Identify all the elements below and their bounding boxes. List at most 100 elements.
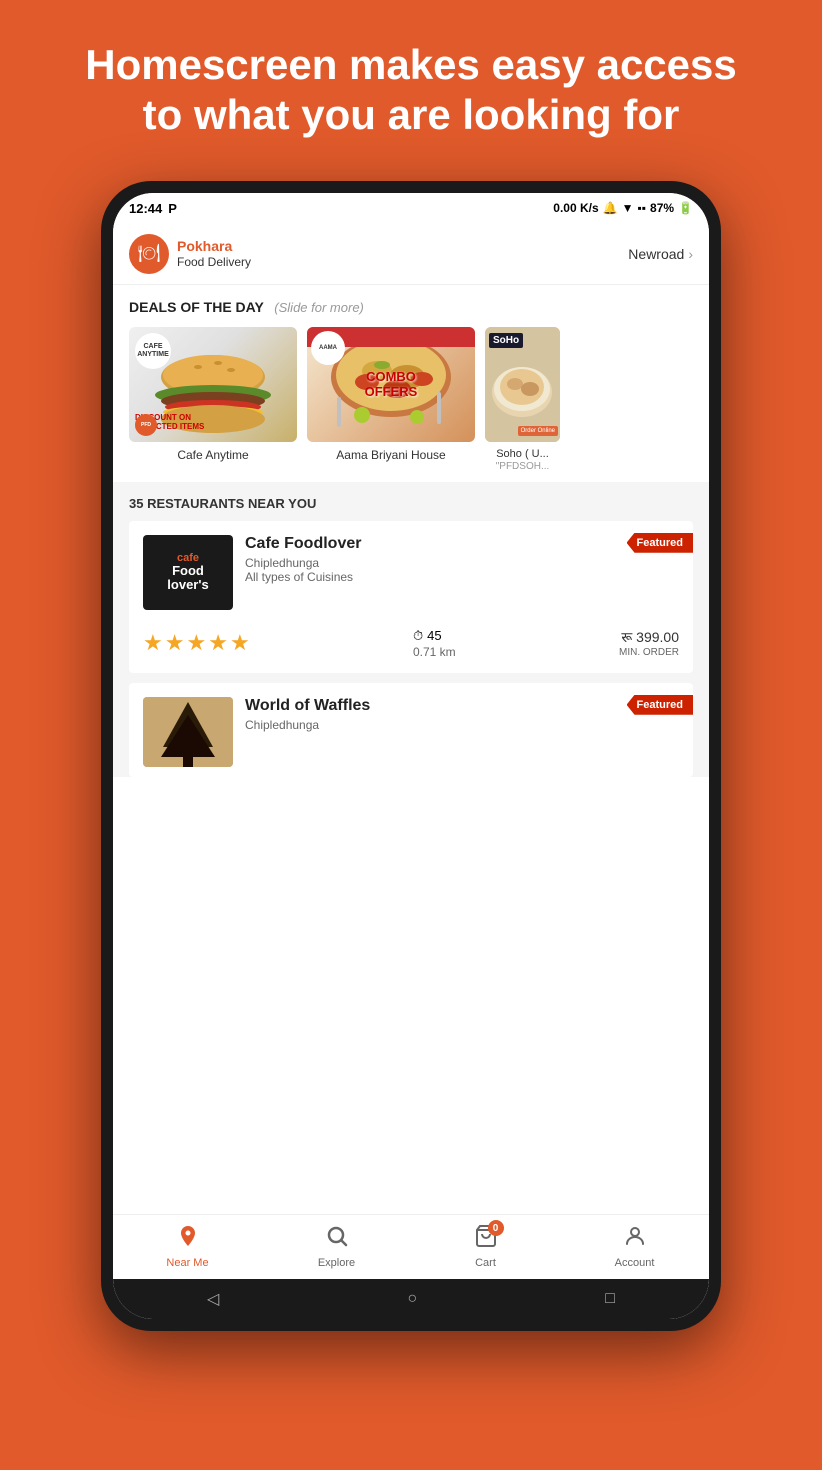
page-heading: Homescreen makes easy access to what you… [60,40,762,141]
location-pin-icon [176,1224,200,1248]
status-right: 0.00 K/s 🔔 ▼ ▪▪ 87% 🔋 [553,201,693,215]
nav-explore[interactable]: Explore [262,1215,411,1279]
waffles-name: World of Waffles [245,697,679,715]
waffles-svg [143,697,233,767]
restaurant-card-foodlover[interactable]: Featured cafe Foodlover's Cafe Foodlover [129,521,693,673]
card-top-2: World of Waffles Chipledhunga [129,683,693,777]
aama-badge: AAMA [311,331,345,365]
cart-label: Cart [475,1257,496,1269]
page-header: Homescreen makes easy access to what you… [0,0,822,171]
signal-icon: ▪▪ [638,201,647,215]
star-4: ★ [208,630,228,656]
person-icon [623,1224,647,1248]
waffles-logo [143,697,233,767]
min-order-1: रू 399.00 MIN. ORDER [619,628,679,658]
home-button[interactable]: ○ [407,1290,417,1308]
star-3: ★ [186,630,206,656]
logo-icon: 🍽 [129,234,169,274]
explore-icon [325,1224,349,1254]
nav-cart[interactable]: 0 Cart [411,1215,560,1279]
app-header: 🍽 Pokhara Food Delivery Newroad › [113,224,709,285]
explore-label: Explore [318,1257,355,1269]
min-price: रू 399.00 [619,628,679,647]
recent-button[interactable]: □ [605,1290,615,1308]
cafe-badge: CAFEANYTIME [135,333,171,369]
restaurants-count: 35 RESTAURANTS NEAR YOU [129,496,693,511]
waffles-area: Chipledhunga [245,718,679,732]
status-left: 12:44 P [129,201,177,216]
delivery-details: ⏱ 45 0.71 km [413,628,456,659]
foodlover-logo: cafe Foodlover's [143,535,233,610]
status-bar: 12:44 P 0.00 K/s 🔔 ▼ ▪▪ 87% 🔋 [113,193,709,224]
cart-badge: 0 [488,1220,504,1236]
deal-name-cafe: Cafe Anytime [129,448,297,462]
foodlover-info: Cafe Foodlover Chipledhunga All types of… [245,535,679,610]
star-5: ★ [230,630,250,656]
mute-icon: 🔔 [603,201,618,215]
star-1: ★ [143,630,163,656]
card-bottom-1: ★ ★ ★ ★ ★ ⏱ 45 0.71 [129,620,693,673]
near-me-icon [176,1224,200,1254]
back-button[interactable]: ◁ [207,1289,219,1309]
timer-icon: ⏱ [413,628,423,644]
foodlover-area: Chipledhunga [245,556,679,570]
battery-icon: 🔋 [678,201,693,215]
delivery-km: 0.71 km [413,645,456,659]
cart-wrapper: 0 [474,1224,498,1254]
phone-device: 12:44 P 0.00 K/s 🔔 ▼ ▪▪ 87% 🔋 🍽 Pokh [101,181,721,1331]
order-online-badge: Order Online [518,426,558,436]
soho-badge: SoHo [489,333,523,348]
cart-icon-wrapper: 0 [474,1224,498,1254]
deals-title: DEALS OF THE DAY [129,299,264,315]
bottom-nav: Near Me Explore [113,1214,709,1279]
account-icon [623,1224,647,1254]
deals-section: DEALS OF THE DAY (Slide for more) [113,285,709,482]
battery-pct: 87% [650,201,674,215]
min-label: MIN. ORDER [619,647,679,658]
account-label: Account [615,1257,655,1269]
logo-text: Pokhara Food Delivery [177,238,251,269]
near-me-label: Near Me [166,1257,208,1269]
phone-wrapper: 12:44 P 0.00 K/s 🔔 ▼ ▪▪ 87% 🔋 🍽 Pokh [0,181,822,1331]
waffles-info: World of Waffles Chipledhunga [245,697,679,767]
foodlover-cuisine: All types of Cuisines [245,570,679,584]
android-nav: ◁ ○ □ [113,1279,709,1319]
wifi-icon: ▼ [622,201,634,215]
foodlover-name: Cafe Foodlover [245,535,679,553]
deal-image-aama: COMBOOFFERS AAMA [307,327,475,442]
brand-sub: Food Delivery [177,255,251,269]
pfd-badge: PFD [135,414,157,436]
deal-card-soho[interactable]: SoHo Order Online Soho ( U..."PFDSOH... [485,327,560,472]
featured-badge-2: Featured [627,695,693,715]
time-value: 45 [427,628,441,643]
restaurant-card-waffles[interactable]: Featured [129,683,693,777]
deal-image-cafe: CAFEANYTIME DISCOUNT ONSELECTED ITEMS PF… [129,327,297,442]
combo-label: COMBOOFFERS [365,369,418,399]
status-time: 12:44 [129,201,162,216]
location-button[interactable]: Newroad › [628,246,693,262]
star-2: ★ [165,630,185,656]
restaurants-section: 35 RESTAURANTS NEAR YOU Featured cafe Fo… [113,482,709,777]
deal-card-cafe-anytime[interactable]: CAFEANYTIME DISCOUNT ONSELECTED ITEMS PF… [129,327,297,472]
deal-name-aama: Aama Briyani House [307,448,475,462]
nav-account[interactable]: Account [560,1215,709,1279]
card-top-1: cafe Foodlover's Cafe Foodlover Chipledh… [129,521,693,620]
location-text: Newroad [628,246,684,262]
deals-subtitle: (Slide for more) [274,300,364,315]
nav-near-me[interactable]: Near Me [113,1215,262,1279]
brand-name: Pokhara [177,238,251,255]
logo-area: 🍽 Pokhara Food Delivery [129,234,251,274]
status-speed: 0.00 K/s [553,201,598,215]
search-icon [325,1224,349,1248]
foodlover-stars: ★ ★ ★ ★ ★ [143,630,250,656]
status-p-icon: P [168,201,177,216]
delivery-time: ⏱ 45 [413,628,456,644]
deal-card-aama[interactable]: COMBOOFFERS AAMA Aama Briyani House [307,327,475,472]
phone-screen: 12:44 P 0.00 K/s 🔔 ▼ ▪▪ 87% 🔋 🍽 Pokh [113,193,709,1319]
deal-name-soho: Soho ( U..."PFDSOH... [485,448,560,472]
deals-carousel: CAFEANYTIME DISCOUNT ONSELECTED ITEMS PF… [129,327,693,472]
chevron-icon: › [688,246,693,262]
scroll-content: DEALS OF THE DAY (Slide for more) [113,285,709,1214]
featured-badge-1: Featured [627,533,693,553]
deal-image-soho: SoHo Order Online [485,327,560,442]
